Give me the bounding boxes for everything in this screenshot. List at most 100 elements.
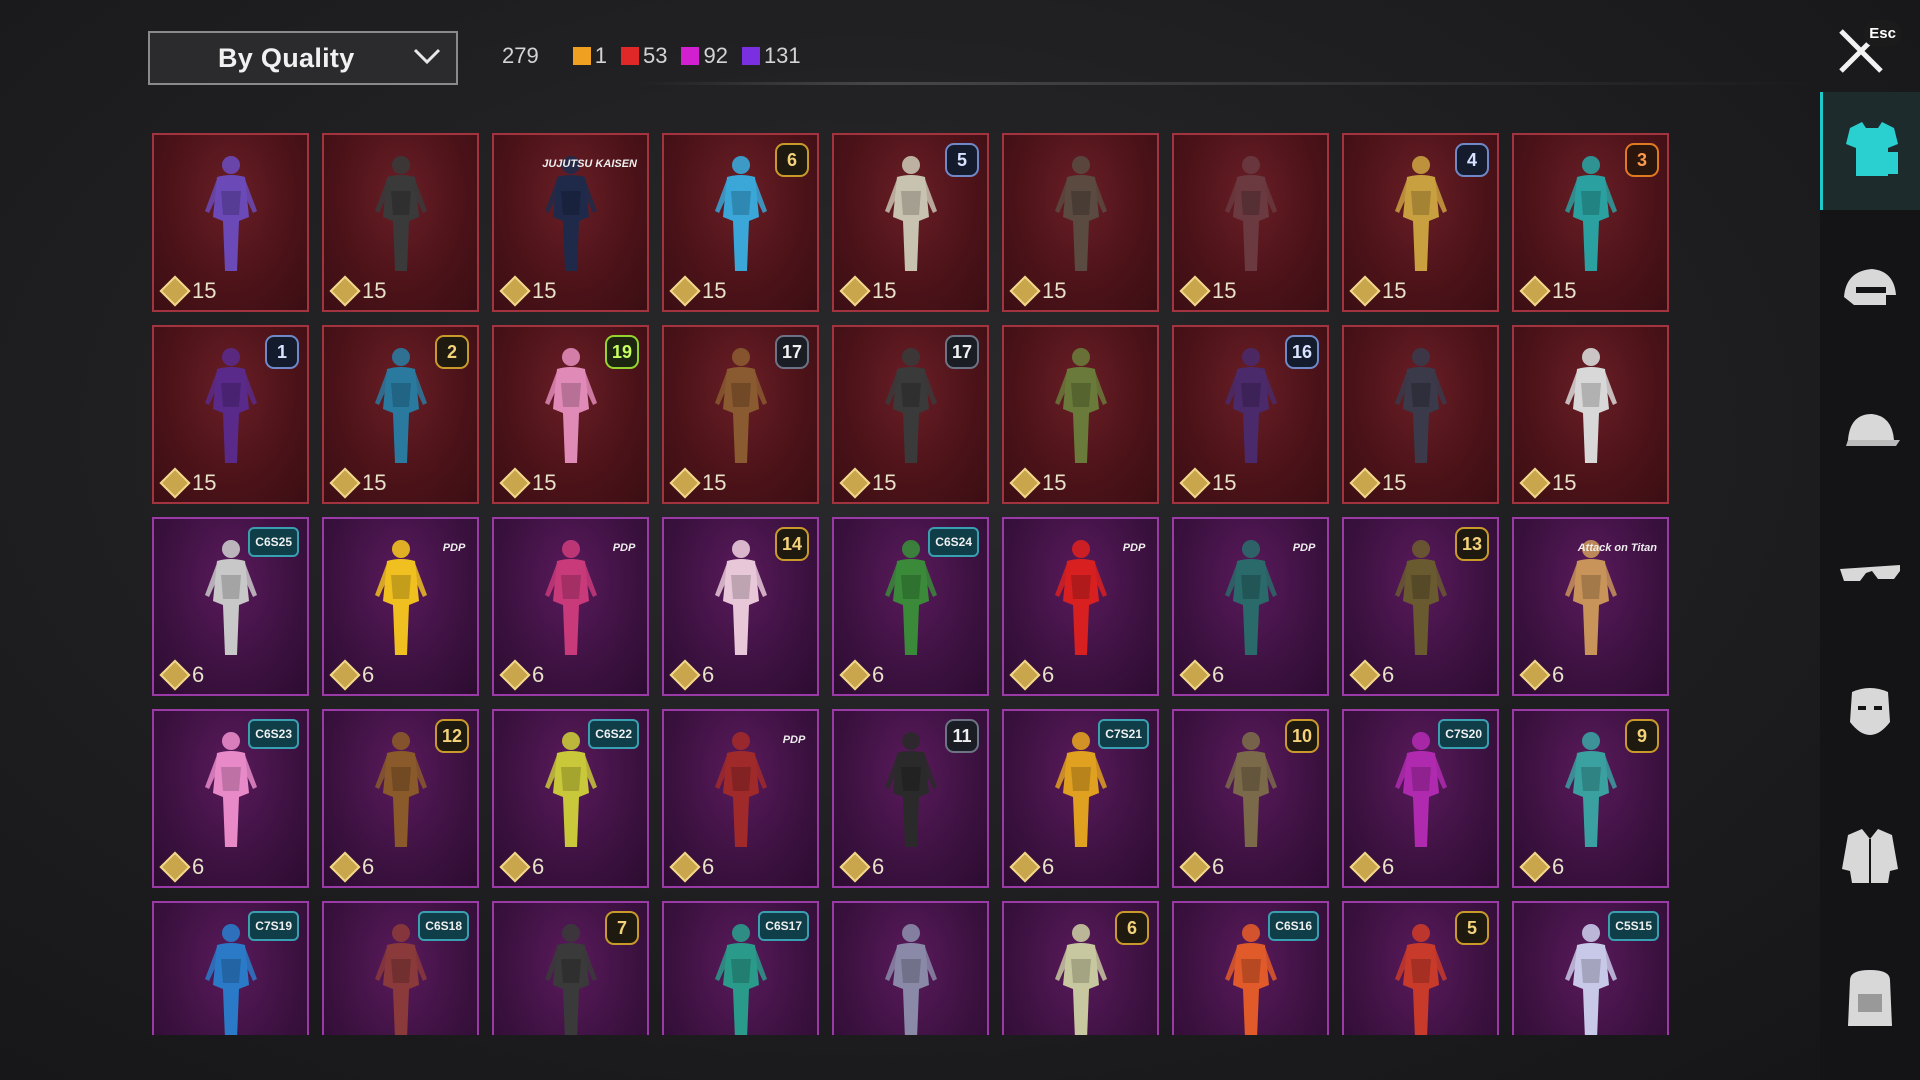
outfit-card[interactable]: 15	[1512, 325, 1669, 504]
quality-filter-dropdown[interactable]: By Quality	[148, 31, 458, 85]
outfit-price: 6	[669, 851, 714, 883]
sidebar-item-cap[interactable]	[1820, 374, 1920, 492]
outfit-price: 6	[1179, 851, 1224, 883]
outfit-price: 6	[1009, 659, 1055, 691]
outfit-badge: 19	[605, 335, 639, 369]
outfit-card[interactable]: 12 6	[322, 709, 479, 888]
outfit-figure-icon	[374, 540, 427, 655]
header-divider	[640, 82, 1820, 85]
outfit-card[interactable]: 15	[1002, 133, 1159, 312]
outfit-card[interactable]: 17 15	[832, 325, 989, 504]
outfit-badge: C7S20	[1438, 719, 1489, 749]
outfit-card[interactable]: 7	[492, 901, 649, 1035]
outfit-price: 15	[839, 467, 896, 499]
outfit-price: 6	[1009, 851, 1054, 883]
outfit-card[interactable]: C7S21 6	[1002, 709, 1159, 888]
outfit-figure-icon	[544, 348, 597, 463]
outfit-badge: C6S25	[248, 527, 299, 557]
outfit-card[interactable]: 5	[1342, 901, 1499, 1035]
outfit-card[interactable]: C6S22 6	[492, 709, 649, 888]
outfit-card[interactable]: C6S24 6	[832, 517, 989, 696]
outfit-card[interactable]: 16 15	[1172, 325, 1329, 504]
outfit-card[interactable]: C5S15	[1512, 901, 1669, 1035]
outfit-price-value: 6	[1382, 662, 1395, 687]
outfit-price-value: 15	[192, 278, 217, 303]
outfit-figure-icon	[884, 156, 937, 271]
outfit-badge: C6S22	[588, 719, 639, 749]
outfit-badge: C7S21	[1098, 719, 1149, 749]
outfit-card[interactable]	[832, 901, 989, 1035]
outfit-card[interactable]: PDP 6	[322, 517, 479, 696]
sidebar-item-helmet[interactable]	[1820, 233, 1920, 351]
mythic-swatch	[620, 47, 639, 65]
sidebar-item-mask[interactable]	[1820, 656, 1920, 774]
outfit-figure-icon	[544, 540, 597, 655]
outfit-card[interactable]: PDP 6	[1002, 517, 1159, 696]
outfit-card[interactable]: PDP 6	[662, 709, 819, 888]
outfit-grid: 15 15 JUJUTSU KAISEN 15 6 15 5 15 15 15 4 15 3 15 1 15 2…	[152, 133, 1670, 1035]
sidebar-item-jacket[interactable]	[1820, 797, 1920, 915]
outfit-price: 15	[499, 467, 556, 499]
outfit-card[interactable]: C6S16	[1172, 901, 1329, 1035]
close-button[interactable]: Esc	[1832, 20, 1902, 78]
total-count: 279	[502, 43, 539, 68]
outfit-card[interactable]: 14 6	[662, 517, 819, 696]
outfit-card[interactable]: C6S23 6	[152, 709, 309, 888]
outfit-price-value: 15	[872, 278, 897, 303]
outfit-card[interactable]: PDP 6	[492, 517, 649, 696]
coin-icon	[1519, 467, 1551, 499]
outfit-card[interactable]: 96	[1512, 709, 1669, 888]
outfit-card[interactable]: 13 6	[1342, 517, 1499, 696]
outfit-figure-icon	[1054, 348, 1107, 463]
outfit-price-value: 6	[1212, 662, 1225, 687]
outfit-badge: 10	[1285, 719, 1319, 753]
outfit-card[interactable]: 6 15	[662, 133, 819, 312]
glasses-icon	[1840, 565, 1900, 581]
outfit-card[interactable]: JUJUTSU KAISEN 15	[492, 133, 649, 312]
outfit-price: 15	[1179, 275, 1236, 307]
outfit-card[interactable]: 5 15	[832, 133, 989, 312]
outfit-card[interactable]: C6S17	[662, 901, 819, 1035]
outfit-badge: 4	[1455, 143, 1489, 177]
cap-icon	[1846, 414, 1900, 446]
outfit-price-value: 15	[1552, 470, 1577, 495]
outfit-card[interactable]: 2 15	[322, 325, 479, 504]
outfit-price: 15	[329, 467, 386, 499]
sidebar-item-outfit[interactable]	[1820, 92, 1920, 210]
outfit-card[interactable]: 15	[322, 133, 479, 312]
outfit-badge: Attack on Titan	[1577, 542, 1657, 554]
outfit-price: 15	[1349, 275, 1406, 307]
outfit-card[interactable]: C7S20 6	[1342, 709, 1499, 888]
outfit-figure-icon	[204, 348, 257, 463]
outfit-card[interactable]: 3 15	[1512, 133, 1669, 312]
outfit-card[interactable]: 15	[1172, 133, 1329, 312]
outfit-card[interactable]: C7S19	[152, 901, 309, 1035]
outfit-card[interactable]: C6S18	[322, 901, 479, 1035]
outfit-card[interactable]: 6	[1002, 901, 1159, 1035]
outfit-card[interactable]: Attack on Titan 6	[1512, 517, 1669, 696]
outfit-card[interactable]: 4 15	[1342, 133, 1499, 312]
outfit-price-value: 6	[192, 662, 205, 687]
outfit-card[interactable]: 10 6	[1172, 709, 1329, 888]
outfit-card[interactable]: 11 6	[832, 709, 989, 888]
sidebar-item-backpack[interactable]	[1820, 938, 1920, 1056]
outfit-badge: 16	[1285, 335, 1319, 369]
outfit-figure-icon	[714, 732, 767, 847]
sidebar-item-glasses[interactable]	[1820, 515, 1920, 633]
outfit-figure-icon	[1564, 732, 1617, 847]
outfit-card[interactable]: 19 15	[492, 325, 649, 504]
outfit-card[interactable]: 1 15	[152, 325, 309, 504]
coin-icon	[1349, 659, 1381, 691]
outfit-card[interactable]: PDP 6	[1172, 517, 1329, 696]
outfit-price-value: 6	[192, 854, 205, 879]
outfit-card[interactable]: C6S25 6	[152, 517, 309, 696]
outfit-card[interactable]: 17 15	[662, 325, 819, 504]
outfit-card[interactable]: 15	[152, 133, 309, 312]
coin-icon	[1519, 659, 1551, 691]
outfit-card[interactable]: 15	[1002, 325, 1159, 504]
outfit-price-value: 15	[1552, 278, 1577, 303]
outfit-price: 6	[499, 659, 544, 691]
outfit-price-value: 6	[1042, 662, 1055, 687]
outfit-card[interactable]: 15	[1342, 325, 1499, 504]
outfit-price-value: 15	[702, 278, 727, 303]
